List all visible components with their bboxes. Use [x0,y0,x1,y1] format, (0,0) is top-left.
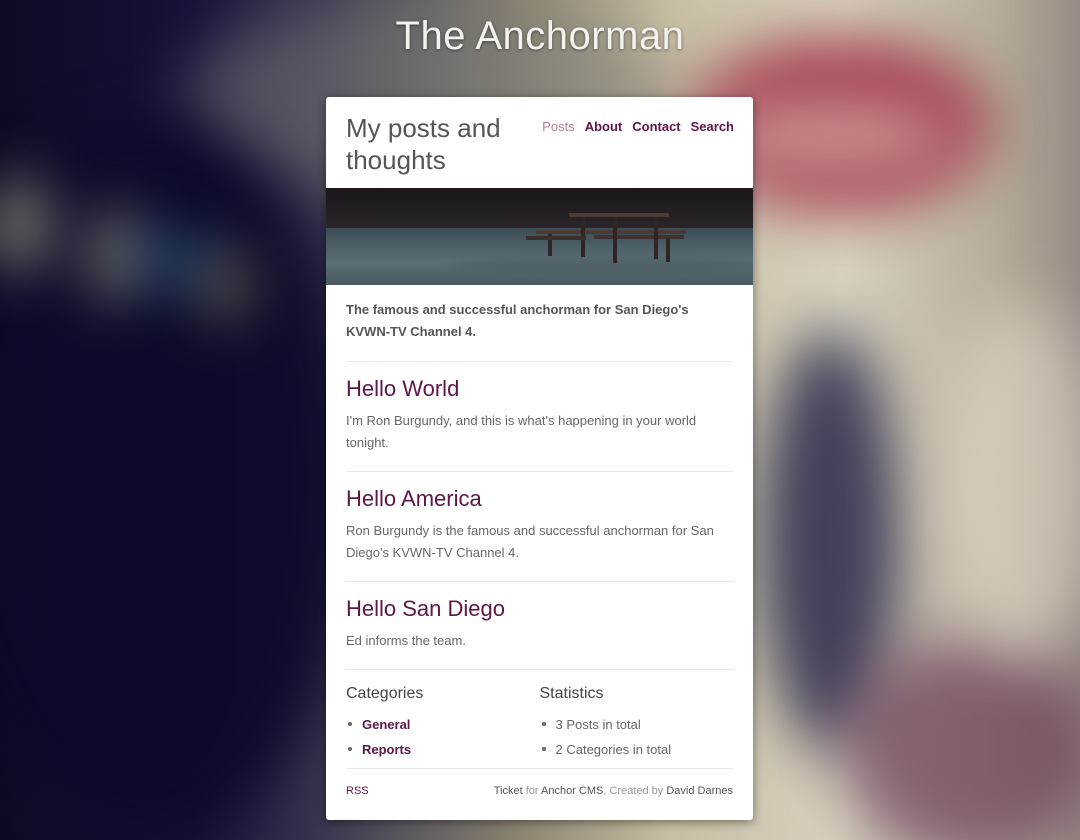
credits-text-for: for [525,785,539,797]
nav-item: Posts [542,118,575,136]
author-link[interactable]: David Darnes [666,785,733,797]
footer: RSS Ticket for Anchor CMS, Created by Da… [346,769,733,797]
nav-item: Contact [632,118,680,136]
post-title-link[interactable]: Hello San Diego [346,592,733,626]
category-item: General [348,712,540,737]
site-description: The famous and successful anchorman for … [346,285,733,362]
statistic-item: 2 Categories in total [541,737,734,762]
nav-item: Search [691,118,734,136]
categories-heading: Categories [346,685,424,702]
footer-credits: Ticket for Anchor CMS, Created by David … [494,785,733,797]
category-item: Reports [348,737,540,762]
content: The famous and successful anchorman for … [326,285,753,797]
header-banner-image [326,188,753,285]
site-title[interactable]: The Anchorman [0,14,1080,59]
main-card: My posts and thoughts Posts About Contac… [326,97,753,820]
nav-posts-link[interactable]: Posts [542,119,575,134]
post-excerpt: Ron Burgundy is the famous and successfu… [346,523,714,560]
nav-item: About [585,118,623,136]
categories-list: General Reports [346,712,540,762]
statistics-list: 3 Posts in total 2 Categories in total [540,712,734,762]
header: My posts and thoughts Posts About Contac… [326,97,753,188]
statistics-heading: Statistics [539,685,604,702]
statistic-item: 3 Posts in total [541,712,734,737]
category-link-general[interactable]: General [362,717,410,732]
statistics-widget: Statistics 3 Posts in total 2 Categories… [540,682,734,762]
nav-search-link[interactable]: Search [691,119,734,134]
credits-text-created-by: , Created by [603,785,664,797]
nav-about-link[interactable]: About [585,119,623,134]
post-item: Hello World I'm Ron Burgundy, and this i… [346,362,733,472]
picnic-table-illustration [526,213,686,263]
post-title-link[interactable]: Hello World [346,372,733,406]
category-link-reports[interactable]: Reports [362,742,411,757]
post-item: Hello America Ron Burgundy is the famous… [346,472,733,582]
anchor-cms-link[interactable]: Anchor CMS [541,785,603,797]
ticket-link[interactable]: Ticket [494,785,523,797]
post-item: Hello San Diego Ed informs the team. [346,582,733,670]
categories-widget: Categories General Reports [346,682,540,762]
post-excerpt: Ed informs the team. [346,633,466,648]
site-tagline: My posts and thoughts [346,113,501,175]
post-excerpt: I'm Ron Burgundy, and this is what's hap… [346,413,697,450]
main-nav: Posts About Contact Search [542,118,734,136]
post-title-link[interactable]: Hello America [346,482,733,516]
nav-contact-link[interactable]: Contact [632,119,680,134]
sidebar-widgets: Categories General Reports Statistics 3 … [346,670,733,769]
rss-link[interactable]: RSS [346,785,369,797]
